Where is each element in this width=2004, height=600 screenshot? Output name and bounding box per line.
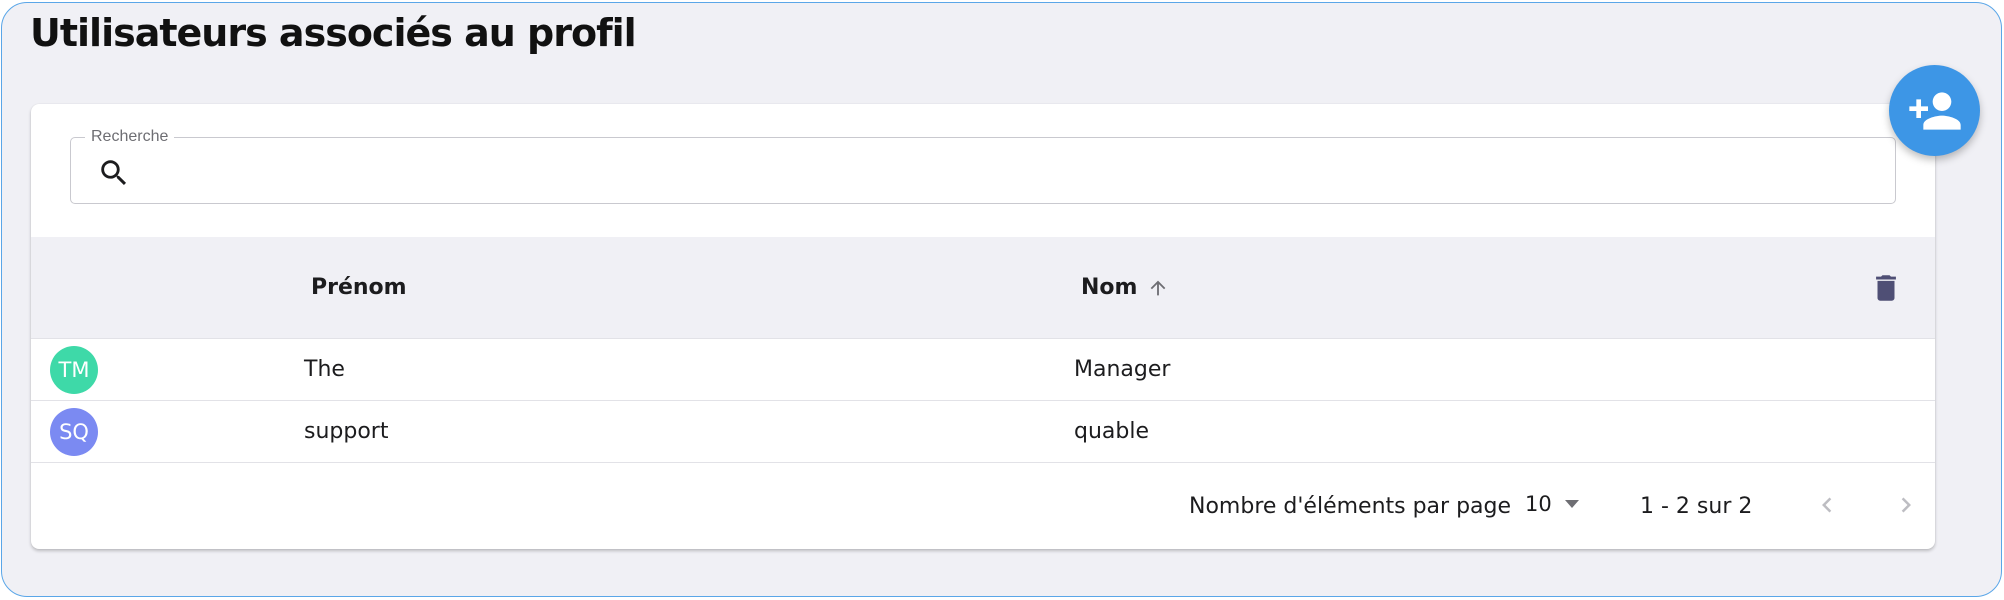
- table-header: Prénom Nom: [31, 237, 1935, 339]
- users-card: Recherche Prénom Nom TM The Manager SQ s…: [31, 104, 1935, 549]
- table-row[interactable]: SQ support quable: [31, 401, 1935, 463]
- search-field[interactable]: Recherche: [70, 128, 1896, 204]
- arrow-up-icon: [1151, 280, 1166, 295]
- chevron-right-icon[interactable]: [1891, 490, 1921, 520]
- avatar: TM: [50, 346, 98, 394]
- search-icon: [101, 160, 127, 186]
- cell-first-name: The: [304, 357, 345, 382]
- table-row[interactable]: TM The Manager: [31, 339, 1935, 401]
- cell-last-name: quable: [1074, 419, 1150, 444]
- trash-icon[interactable]: [1869, 271, 1903, 305]
- avatar: SQ: [50, 408, 98, 456]
- column-header-first-name[interactable]: Prénom: [311, 275, 407, 300]
- page-size-value: 10: [1525, 492, 1552, 516]
- page-title: Utilisateurs associés au profil: [30, 11, 637, 55]
- search-label: Recherche: [85, 128, 175, 146]
- cell-last-name: Manager: [1074, 357, 1171, 382]
- column-header-last-name-label: Nom: [1081, 275, 1138, 300]
- add-user-button[interactable]: [1889, 65, 1980, 156]
- cell-first-name: support: [304, 419, 389, 444]
- triangle-down-icon: [1564, 500, 1579, 508]
- column-header-last-name[interactable]: Nom: [1081, 275, 1169, 300]
- search-input[interactable]: [147, 148, 1877, 194]
- profile-users-panel: Utilisateurs associés au profil Recherch…: [1, 2, 2002, 597]
- paginator: Nombre d'éléments par page 10 1 - 2 sur …: [31, 464, 1935, 549]
- page-size-select[interactable]: 10: [1525, 492, 1580, 516]
- add-user-icon: [1908, 91, 1961, 130]
- page-range-label: 1 - 2 sur 2: [1640, 494, 1753, 519]
- items-per-page-label: Nombre d'éléments par page: [1189, 494, 1512, 519]
- chevron-left-icon[interactable]: [1812, 490, 1842, 520]
